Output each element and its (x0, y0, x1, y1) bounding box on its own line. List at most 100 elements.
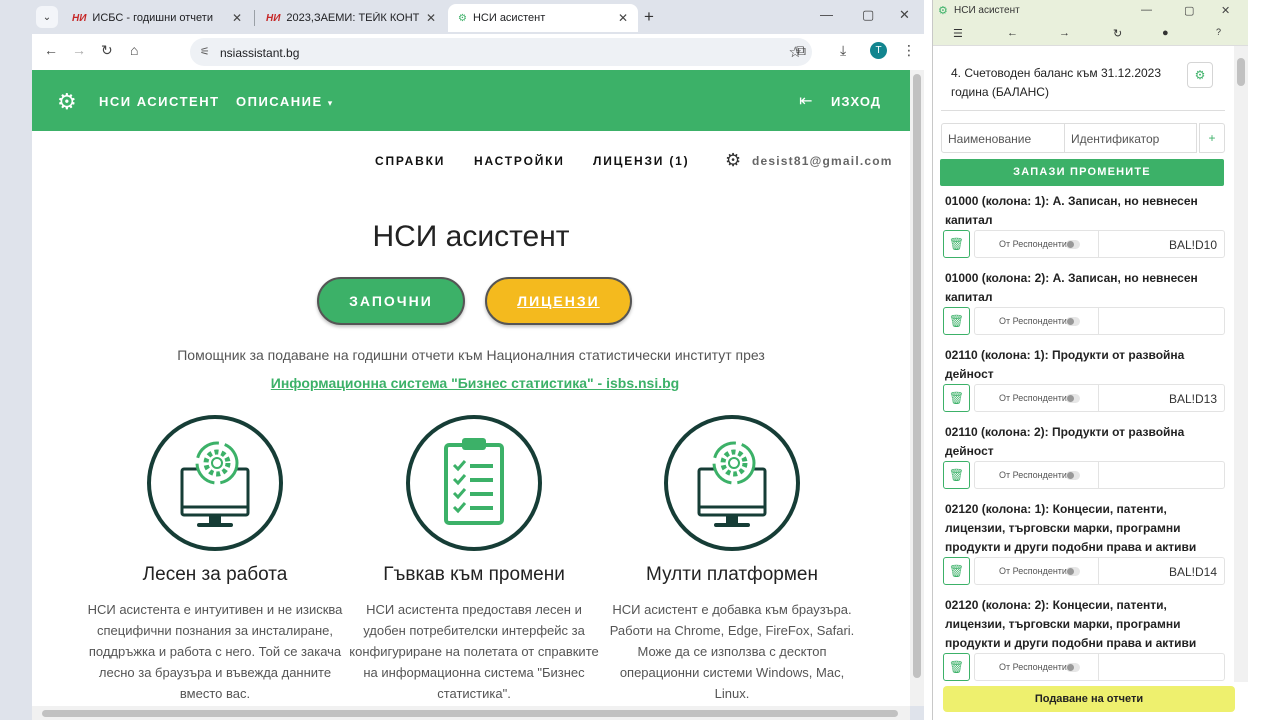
gear-logo-icon: ⚙ (57, 89, 77, 114)
respondents-toggle[interactable] (1066, 471, 1080, 480)
tab-search-button[interactable]: ⌄ (36, 6, 58, 28)
caret-down-icon: ▾ (327, 98, 334, 108)
field-mapping: 02120 (колона: 2): Концесии, патенти, ли… (933, 596, 1234, 682)
respondents-toggle[interactable] (1066, 394, 1080, 403)
address-bar[interactable]: ⚟ nsiassistant.bg ☆ (190, 38, 812, 66)
tab-loans[interactable]: НИ 2023,ЗАЕМИ: ТЕЙК КОНТРОЛ ✕ (256, 4, 446, 32)
page-vertical-scrollbar[interactable] (910, 70, 924, 706)
add-field-button[interactable]: + (1199, 123, 1225, 153)
minimize-icon[interactable]: — (820, 7, 833, 22)
gear-logo-icon: ⚙ (938, 5, 948, 17)
trash-icon[interactable]: 🗑 (943, 461, 970, 489)
feature-title: Гъвкав към промени (383, 564, 565, 585)
document-title: 4. Счетоводен баланс към 31.12.2023 годи… (951, 66, 1162, 99)
list-icon[interactable]: ☰ (953, 27, 963, 40)
field-mapping: 02110 (колона: 2): Продукти от развойна … (933, 423, 1234, 493)
help-icon[interactable]: ? (1216, 27, 1221, 37)
browser-menu-icon[interactable]: ⋮ (902, 42, 916, 59)
nav-settings[interactable]: НАСТРОЙКИ (474, 154, 565, 168)
close-window-icon[interactable]: ✕ (899, 7, 910, 23)
page-title: НСИ асистент (372, 220, 570, 253)
extension-window: ⚙ НСИ асистент — ▢ ✕ ☰ ← → ↻ ● ? 4. Счет… (932, 0, 1248, 720)
maximize-icon[interactable]: ▢ (862, 7, 874, 23)
gear-favicon-icon: ⚙ (458, 12, 467, 24)
logout-link[interactable]: ИЗХОД (831, 94, 881, 109)
start-button[interactable]: ЗАПОЧНИ (317, 277, 465, 325)
field-label: 02120 (колона: 2): Концесии, патенти, ли… (945, 598, 1197, 650)
field-mapping: 02120 (колона: 1): Концесии, патенти, ли… (933, 500, 1234, 589)
tab-isbs[interactable]: НИ ИСБС - годишни отчети ✕ (62, 4, 252, 32)
document-settings-gear-icon[interactable]: ⚙ (1187, 62, 1213, 88)
profile-avatar[interactable]: T (870, 42, 887, 59)
forward-icon[interactable]: → (72, 42, 86, 58)
close-window-icon[interactable]: ✕ (1221, 4, 1230, 17)
identifier-field[interactable]: Идентификатор (1065, 123, 1197, 153)
cell-reference-input[interactable]: BAL!D13 (1169, 392, 1217, 406)
cell-reference-input[interactable]: BAL!D10 (1169, 238, 1217, 252)
tab-nsi-assistant[interactable]: ⚙ НСИ асистент ✕ (448, 4, 638, 32)
submit-reports-button[interactable]: Подаване на отчети (943, 686, 1235, 712)
save-changes-button[interactable]: ЗАПАЗИ ПРОМЕНИТЕ (940, 159, 1224, 186)
close-tab-icon[interactable]: ✕ (232, 11, 242, 25)
reload-icon[interactable]: ↻ (1113, 27, 1122, 40)
maximize-icon[interactable]: ▢ (1184, 4, 1194, 17)
user-icon[interactable]: ● (1162, 27, 1169, 39)
licenses-button[interactable]: ЛИЦЕНЗИ (485, 277, 632, 325)
web-page: ⚙ НСИ АСИСТЕНТ ОПИСАНИЕ ▾ ⇤ ИЗХОД СПРАВК… (32, 70, 910, 706)
forward-icon[interactable]: → (1059, 27, 1070, 39)
description-menu[interactable]: ОПИСАНИЕ ▾ (236, 94, 334, 109)
name-field[interactable]: Наименование (941, 123, 1065, 153)
field-label: 01000 (колона: 1): А. Записан, но невнес… (945, 194, 1198, 227)
respondents-toggle[interactable] (1066, 317, 1080, 326)
isbs-link[interactable]: Информационна система "Бизнес статистика… (32, 375, 910, 391)
trash-icon[interactable]: 🗑 (943, 230, 970, 258)
new-tab-icon[interactable]: + (644, 7, 654, 27)
account-gear-icon[interactable]: ⚙ (725, 150, 741, 171)
trash-icon[interactable]: 🗑 (943, 307, 970, 335)
field-mapping: 01000 (колона: 1): А. Записан, но невнес… (933, 192, 1234, 262)
monitor-gear-icon (664, 415, 800, 551)
monitor-gear-icon (147, 415, 283, 551)
home-icon[interactable]: ⌂ (130, 42, 138, 58)
page-horizontal-scrollbar[interactable] (32, 706, 910, 720)
respondents-toggle[interactable] (1066, 240, 1080, 249)
nsi-favicon-icon: НИ (266, 12, 281, 24)
site-header: ⚙ НСИ АСИСТЕНТ ОПИСАНИЕ ▾ ⇤ ИЗХОД (32, 70, 910, 131)
field-mapping-control: От Респонденти (974, 653, 1225, 681)
trash-icon[interactable]: 🗑 (943, 384, 970, 412)
back-icon[interactable]: ← (44, 42, 58, 58)
extension-panel: 4. Счетоводен баланс към 31.12.2023 годи… (933, 46, 1234, 682)
minimize-icon[interactable]: — (1141, 4, 1152, 16)
field-label: 02120 (колона: 1): Концесии, патенти, ли… (945, 502, 1197, 554)
cell-reference-input[interactable]: BAL!D14 (1169, 565, 1217, 579)
close-tab-icon[interactable]: ✕ (618, 11, 628, 25)
feature-title: Лесен за работа (142, 564, 288, 585)
field-mapping-control: От Респонденти BAL!D13 (974, 384, 1225, 412)
field-mapping: 01000 (колона: 2): А. Записан, но невнес… (933, 269, 1234, 339)
nav-reports[interactable]: СПРАВКИ (375, 154, 445, 168)
extensions-icon[interactable]: ⧉ (796, 42, 806, 59)
nsi-favicon-icon: НИ (72, 12, 87, 24)
close-tab-icon[interactable]: ✕ (426, 11, 436, 25)
back-icon[interactable]: ← (1007, 27, 1018, 39)
download-icon[interactable]: ⤓ (840, 42, 846, 59)
nav-licenses[interactable]: ЛИЦЕНЗИ (1) (593, 154, 689, 168)
respondents-toggle[interactable] (1066, 663, 1080, 672)
field-mapping-control: От Респонденти (974, 461, 1225, 489)
field-mapping-control: От Респонденти BAL!D14 (974, 557, 1225, 585)
reload-icon[interactable]: ↻ (101, 42, 113, 59)
site-info-icon[interactable]: ⚟ (200, 45, 210, 58)
clipboard-checklist-icon (406, 415, 542, 551)
user-email[interactable]: desist81@gmail.com (752, 154, 893, 168)
extension-scrollbar[interactable] (1234, 46, 1248, 682)
tab-strip: ⌄ НИ ИСБС - годишни отчети ✕ НИ 2023,ЗАЕ… (0, 0, 924, 34)
extension-toolbar: ☰ ← → ↻ ● ? (933, 22, 1248, 46)
site-brand[interactable]: НСИ АСИСТЕНТ (99, 94, 220, 109)
respondents-toggle[interactable] (1066, 567, 1080, 576)
field-label: 02110 (колона: 1): Продукти от развойна … (945, 348, 1185, 381)
field-mapping-control: От Респонденти BAL!D10 (974, 230, 1225, 258)
trash-icon[interactable]: 🗑 (943, 653, 970, 681)
field-mapping-control: От Респонденти (974, 307, 1225, 335)
trash-icon[interactable]: 🗑 (943, 557, 970, 585)
logout-icon[interactable]: ⇤ (799, 91, 812, 111)
